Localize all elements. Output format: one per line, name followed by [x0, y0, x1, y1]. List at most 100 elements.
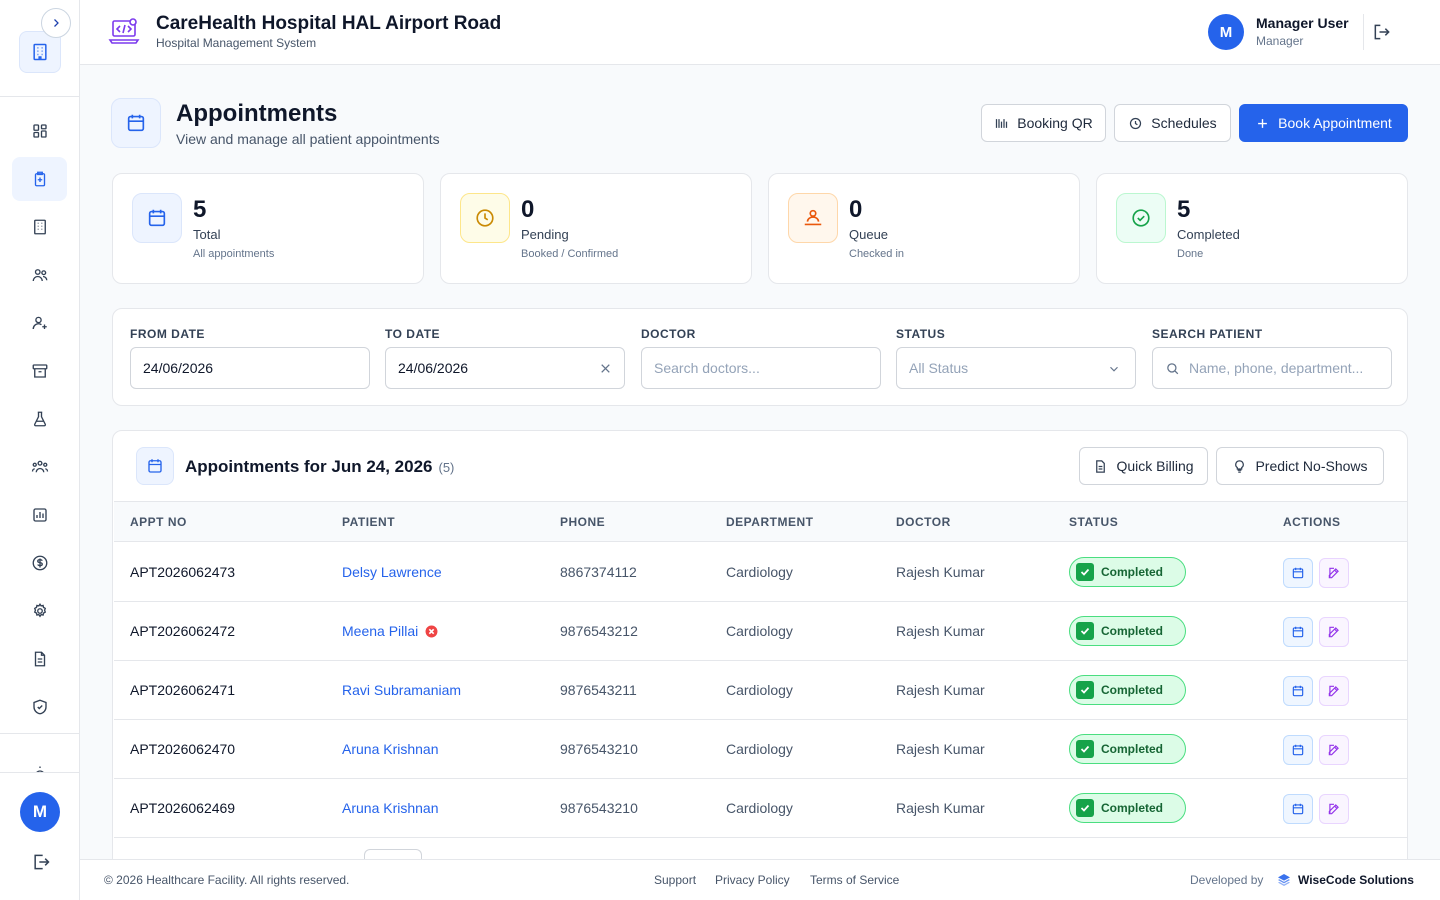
sidebar-item-appointments[interactable]: [12, 157, 67, 201]
stat-card-pending: 0 Pending Booked / Confirmed: [440, 173, 752, 284]
column-header[interactable]: PHONE: [560, 515, 605, 529]
stat-icon-wrap: [460, 193, 510, 243]
table-row[interactable]: APT2026062473 Delsy Lawrence 8867374112 …: [114, 543, 1407, 602]
sidebar-item-security[interactable]: [12, 685, 67, 729]
calendar-icon: [148, 209, 166, 227]
sidebar-item-settings[interactable]: [12, 589, 67, 633]
support-link[interactable]: Support: [654, 873, 696, 887]
patient-link[interactable]: Ravi Subramaniam: [342, 682, 461, 698]
doctor-name: Rajesh Kumar: [896, 623, 985, 639]
reschedule-button[interactable]: [1283, 794, 1313, 824]
calendar-icon: [1292, 626, 1304, 638]
sidebar-item-inventory[interactable]: [12, 349, 67, 393]
sidebar-item-patients[interactable]: [12, 301, 67, 345]
clear-icon[interactable]: [599, 362, 612, 375]
user-role: Manager: [1256, 34, 1304, 48]
to-date-input[interactable]: 24/06/2026: [385, 347, 625, 389]
sidebar-item-reports[interactable]: [12, 493, 67, 537]
search-icon: [1167, 363, 1179, 375]
column-header[interactable]: PATIENT: [342, 515, 395, 529]
sidebar-expand-button[interactable]: [41, 8, 71, 38]
reschedule-button[interactable]: [1283, 558, 1313, 588]
wisecode-logo-icon: [1276, 872, 1292, 891]
patient-phone: 9876543211: [560, 682, 637, 698]
check-circle-icon: [1132, 209, 1150, 227]
privacy-link[interactable]: Privacy Policy: [715, 873, 790, 887]
stat-value: 0: [849, 196, 863, 223]
table-row[interactable]: APT2026062470 Aruna Krishnan 9876543210 …: [114, 720, 1407, 779]
predict-no-shows-button[interactable]: Predict No-Shows: [1216, 447, 1384, 485]
calendar-icon: [127, 114, 145, 132]
edit-button[interactable]: [1319, 676, 1349, 706]
patient-link[interactable]: Aruna Krishnan: [342, 741, 439, 757]
table-row[interactable]: APT2026062471 Ravi Subramaniam 987654321…: [114, 661, 1407, 720]
schedules-button[interactable]: Schedules: [1114, 104, 1231, 142]
stat-value: 0: [521, 196, 535, 223]
column-header: ACTIONS: [1283, 515, 1341, 529]
sidebar-item-staff[interactable]: [12, 253, 67, 297]
sidebar-user-avatar[interactable]: M: [20, 792, 60, 832]
table-row[interactable]: APT2026062469 Aruna Krishnan 9876543210 …: [114, 779, 1407, 838]
stat-desc: Booked / Confirmed: [521, 248, 619, 260]
stat-desc: All appointments: [193, 248, 275, 260]
plus-icon: [1258, 118, 1268, 128]
booking-qr-button[interactable]: Booking QR: [981, 104, 1106, 142]
patient-link[interactable]: Meena Pillai: [342, 623, 438, 639]
sidebar-item-documents[interactable]: [12, 637, 67, 681]
column-header[interactable]: STATUS: [1069, 515, 1118, 529]
table-count: (5): [438, 460, 455, 475]
edit-icon: [1328, 803, 1339, 815]
from-date-input[interactable]: 24/06/2026: [130, 347, 370, 389]
patient-search-input[interactable]: Name, phone, department...: [1152, 347, 1392, 389]
sidebar-item-lab[interactable]: [12, 397, 67, 441]
edit-button[interactable]: [1319, 558, 1349, 588]
doctor-search-input[interactable]: Search doctors...: [641, 347, 881, 389]
status-badge: Completed: [1069, 793, 1186, 823]
column-header[interactable]: DOCTOR: [896, 515, 951, 529]
edit-button[interactable]: [1319, 794, 1349, 824]
header-logout-button[interactable]: [1370, 20, 1394, 44]
terms-link[interactable]: Terms of Service: [810, 873, 899, 887]
column-header[interactable]: DEPARTMENT: [726, 515, 813, 529]
column-header[interactable]: APPT NO: [130, 515, 187, 529]
user-plus-icon: [32, 316, 47, 330]
book-appointment-button[interactable]: Book Appointment: [1239, 104, 1408, 142]
status-select[interactable]: All Status: [896, 347, 1136, 389]
stat-desc: Checked in: [849, 248, 905, 260]
edit-button[interactable]: [1319, 617, 1349, 647]
stat-card-queue: 0 Queue Checked in: [768, 173, 1080, 284]
reschedule-button[interactable]: [1283, 676, 1313, 706]
edit-icon: [1328, 744, 1339, 756]
check-icon: [1076, 622, 1094, 640]
reschedule-button[interactable]: [1283, 735, 1313, 765]
patient-phone: 9876543210: [560, 741, 638, 757]
sidebar-divider: [0, 772, 79, 773]
sidebar-item-teams[interactable]: [12, 445, 67, 489]
archive-icon: [32, 364, 47, 378]
stat-card-total: 5 Total All appointments: [112, 173, 424, 284]
page-title: Appointments: [176, 100, 338, 127]
reschedule-button[interactable]: [1283, 617, 1313, 647]
patient-link[interactable]: Delsy Lawrence: [342, 564, 442, 580]
calendar-icon: [1292, 567, 1304, 579]
sidebar-divider: [0, 96, 79, 97]
bar-chart-icon: [32, 508, 47, 522]
from-date-label: FROM DATE: [130, 327, 205, 341]
dashboard-icon: [32, 124, 47, 138]
sidebar-item-more-icon[interactable]: [31, 762, 49, 772]
developer-brand-link[interactable]: WiseCode Solutions: [1298, 873, 1414, 887]
patient-link[interactable]: Aruna Krishnan: [342, 800, 439, 816]
sidebar-item-dashboard[interactable]: [12, 109, 67, 153]
qr-icon: [996, 118, 1008, 128]
edit-button[interactable]: [1319, 735, 1349, 765]
table-row[interactable]: APT2026062472 Meena Pillai 9876543212 Ca…: [114, 602, 1407, 661]
clock-icon: [476, 209, 494, 227]
user-avatar[interactable]: M: [1208, 14, 1244, 50]
sidebar-logout-button[interactable]: [29, 850, 53, 874]
quick-billing-button[interactable]: Quick Billing: [1079, 447, 1208, 485]
table-title: Appointments for Jun 24, 2026 (5): [185, 457, 455, 476]
sidebar-item-departments[interactable]: [12, 205, 67, 249]
sidebar-item-billing[interactable]: [12, 541, 67, 585]
stat-label: Completed: [1177, 227, 1240, 242]
appt-number: APT2026062473: [130, 564, 236, 580]
